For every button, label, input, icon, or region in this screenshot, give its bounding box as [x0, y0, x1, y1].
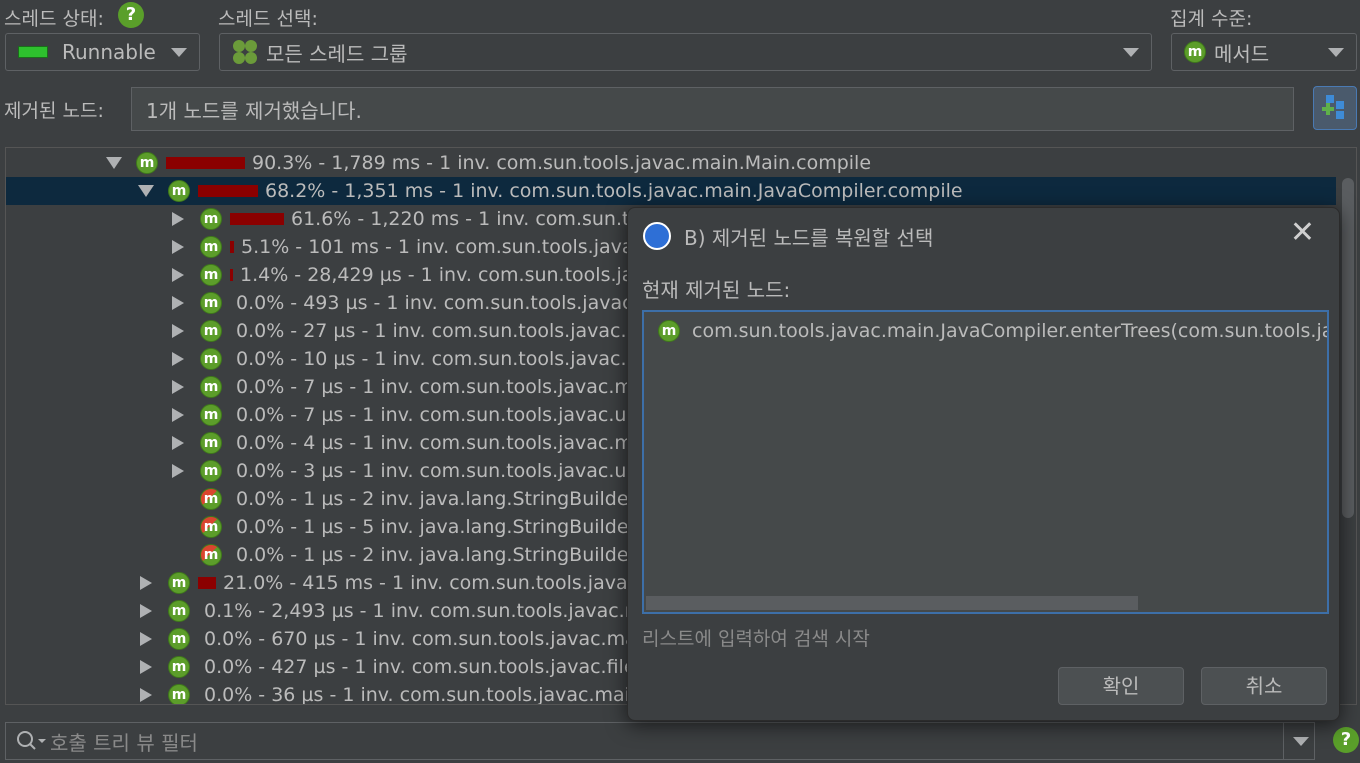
- add-nodes-icon: [1322, 95, 1344, 119]
- percent-bar: [198, 577, 216, 589]
- percent-bar: [230, 269, 233, 281]
- method-icon: m: [200, 404, 222, 426]
- method-icon: m: [168, 628, 190, 650]
- collapsed-arrow-icon[interactable]: [140, 660, 152, 674]
- aggregation-label: 집계 수준:: [1170, 8, 1253, 30]
- list-item[interactable]: m com.sun.tools.javac.main.JavaCompiler.…: [658, 320, 1327, 342]
- chevron-down-icon: [1328, 48, 1344, 57]
- percent-bar: [230, 241, 234, 253]
- call-tree-filter[interactable]: 호출 트리 뷰 필터: [5, 722, 1315, 760]
- app-icon: [643, 222, 671, 250]
- chevron-down-icon: [171, 48, 187, 57]
- aggregation-value: 메서드: [1214, 41, 1270, 66]
- tree-row-label: 68.2% - 1,351 ms - 1 inv. com.sun.tools.…: [265, 180, 963, 202]
- method-icon: m: [168, 656, 190, 678]
- method-icon: m: [200, 516, 222, 538]
- collapsed-arrow-icon[interactable]: [140, 688, 152, 702]
- removed-nodes-list[interactable]: m com.sun.tools.javac.main.JavaCompiler.…: [642, 310, 1329, 614]
- thread-select-label: 스레드 선택:: [218, 8, 318, 30]
- method-icon: m: [200, 488, 222, 510]
- percent-bar: [198, 185, 258, 197]
- collapsed-arrow-icon[interactable]: [172, 268, 184, 282]
- restore-nodes-button[interactable]: [1313, 86, 1357, 130]
- collapsed-arrow-icon[interactable]: [172, 212, 184, 226]
- percent-bar: [166, 157, 245, 169]
- method-icon: m: [200, 348, 222, 370]
- method-icon: m: [200, 292, 222, 314]
- collapsed-arrow-icon[interactable]: [172, 408, 184, 422]
- cancel-button[interactable]: 취소: [1201, 667, 1327, 705]
- collapsed-arrow-icon[interactable]: [172, 380, 184, 394]
- collapsed-arrow-icon[interactable]: [172, 240, 184, 254]
- search-icon: [17, 731, 46, 750]
- removed-nodes-field: 1개 노드를 제거했습니다.: [131, 87, 1294, 131]
- filter-dropdown[interactable]: [1283, 722, 1317, 760]
- collapsed-arrow-icon[interactable]: [140, 576, 152, 590]
- removed-nodes-list-label: 현재 제거된 노드:: [642, 278, 791, 302]
- chevron-down-icon: [1293, 737, 1309, 746]
- aggregation-combo[interactable]: m 메서드: [1171, 33, 1357, 71]
- filter-placeholder: 호출 트리 뷰 필터: [50, 730, 198, 755]
- collapsed-arrow-icon[interactable]: [172, 464, 184, 478]
- tree-row[interactable]: m 68.2% - 1,351 ms - 1 inv. com.sun.tools…: [6, 177, 1336, 205]
- method-icon: m: [200, 544, 222, 566]
- collapsed-arrow-icon[interactable]: [172, 296, 184, 310]
- collapsed-arrow-icon[interactable]: [172, 324, 184, 338]
- search-hint: 리스트에 입력하여 검색 시작: [642, 628, 870, 650]
- thread-select-combo[interactable]: 모든 스레드 그룹: [219, 33, 1152, 71]
- method-icon: m: [658, 320, 680, 342]
- close-icon[interactable]: ✕: [1290, 218, 1315, 248]
- group-icon: [232, 39, 258, 65]
- method-icon: m: [168, 600, 190, 622]
- list-item-label: com.sun.tools.javac.main.JavaCompiler.en…: [692, 320, 1327, 342]
- thread-state-label: 스레드 상태:: [4, 8, 104, 30]
- restore-dialog: B) 제거된 노드를 복원할 선택 ✕ 현재 제거된 노드: m com.sun…: [627, 207, 1340, 721]
- collapsed-arrow-icon[interactable]: [140, 604, 152, 618]
- thread-state-combo[interactable]: Runnable: [5, 33, 200, 71]
- collapsed-arrow-icon[interactable]: [172, 436, 184, 450]
- method-icon: m: [168, 684, 190, 704]
- help-icon[interactable]: ?: [1333, 727, 1359, 753]
- percent-bar: [230, 213, 284, 225]
- method-icon: m: [200, 264, 222, 286]
- thread-state-value: Runnable: [62, 40, 156, 64]
- thread-select-value: 모든 스레드 그룹: [266, 41, 408, 66]
- removed-nodes-label: 제거된 노드:: [4, 100, 104, 122]
- method-icon: m: [200, 320, 222, 342]
- collapsed-arrow-icon[interactable]: [140, 632, 152, 646]
- dialog-title: B) 제거된 노드를 복원할 선택: [684, 226, 934, 250]
- tree-row-label: 90.3% - 1,789 ms - 1 inv. com.sun.tools.…: [252, 152, 872, 174]
- runnable-swatch-icon: [18, 46, 48, 58]
- method-icon: m: [168, 180, 190, 202]
- method-icon: m: [200, 376, 222, 398]
- chevron-down-icon: [1123, 48, 1139, 57]
- expanded-arrow-icon[interactable]: [138, 185, 154, 197]
- horizontal-scrollbar[interactable]: [646, 596, 1138, 610]
- method-icon: m: [200, 208, 222, 230]
- method-icon: m: [168, 572, 190, 594]
- method-icon: m: [200, 460, 222, 482]
- method-icon: m: [1184, 41, 1206, 63]
- ok-button[interactable]: 확인: [1058, 667, 1184, 705]
- method-icon: m: [200, 236, 222, 258]
- method-icon: m: [200, 432, 222, 454]
- collapsed-arrow-icon[interactable]: [172, 352, 184, 366]
- expanded-arrow-icon[interactable]: [106, 157, 122, 169]
- help-icon[interactable]: ?: [118, 2, 144, 28]
- tree-scrollbar[interactable]: [1342, 178, 1354, 518]
- tree-row[interactable]: m 90.3% - 1,789 ms - 1 inv. com.sun.tools…: [6, 149, 1336, 177]
- method-icon: m: [136, 152, 158, 174]
